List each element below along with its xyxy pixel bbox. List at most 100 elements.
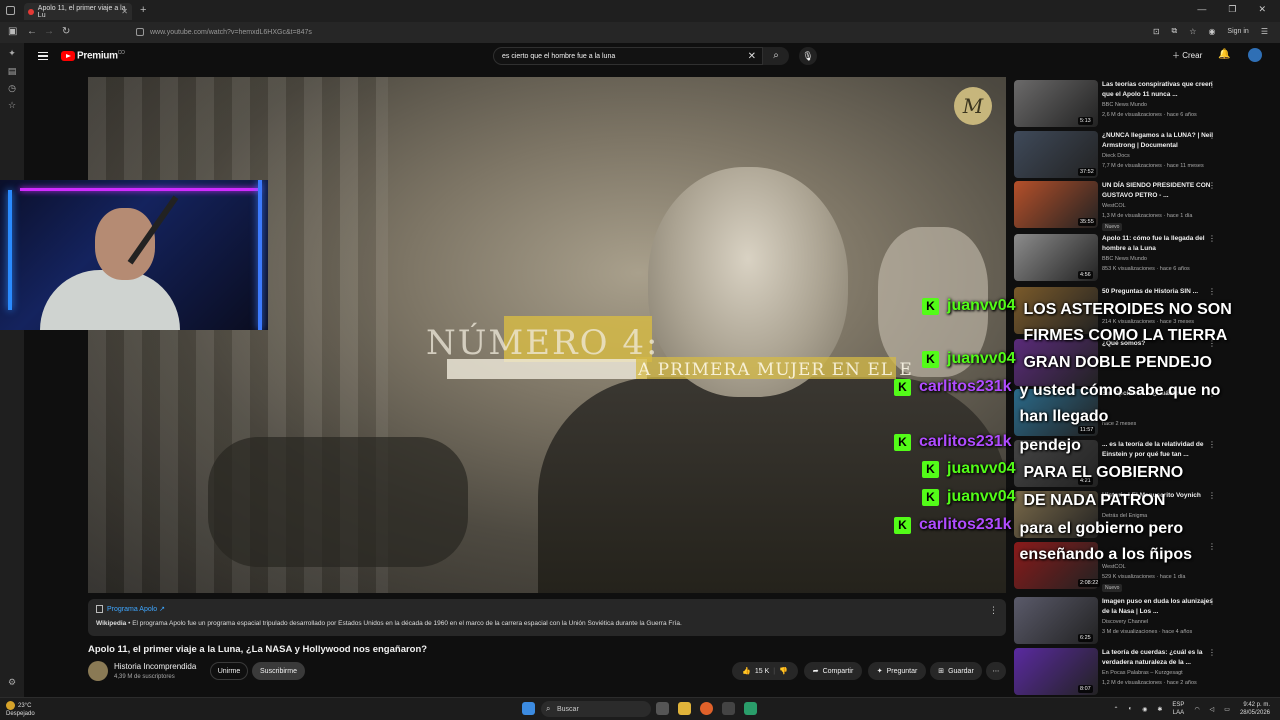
recommendation-channel[interactable]: WestCOL: [1102, 203, 1126, 209]
ask-button[interactable]: ✦ Preguntar: [868, 662, 926, 680]
windows-start-icon[interactable]: [522, 702, 535, 715]
tray-chevron-icon[interactable]: ⌃: [1113, 706, 1118, 713]
url-field[interactable]: www.youtube.com/watch?v=hemxdL6HXGc&t=84…: [132, 25, 1072, 40]
recommendation-item[interactable]: 35:55 UN DÍA SIENDO PRESIDENTE CON GUSTAV…: [1014, 181, 1234, 231]
channel-name[interactable]: Historia Incomprendida: [114, 662, 196, 671]
battery-icon[interactable]: ▭: [1224, 706, 1230, 713]
bookmark-icon[interactable]: ☆: [1189, 27, 1196, 36]
browser-tab[interactable]: Apolo 11, el primer viaje a la Lu ✕: [24, 3, 132, 20]
recommendation-title[interactable]: 50 Preguntas de Historia SIN ...: [1102, 287, 1214, 297]
recommendation-title[interactable]: Las teorías conspirativas que creen que …: [1102, 80, 1214, 99]
youtube-premium-logo[interactable]: PremiumCO: [77, 50, 125, 61]
recommendation-item[interactable]: 5:13 Las teorías conspirativas que creen …: [1014, 80, 1234, 128]
screenshot-icon[interactable]: ⊡: [1153, 27, 1160, 36]
recommendation-title[interactable]: Apolo 11: cómo fue la llegada del hombre…: [1102, 234, 1214, 253]
search-input[interactable]: es cierto que el hombre fue a la luna ✕: [493, 47, 763, 65]
tray-network-icon[interactable]: ◉: [1142, 706, 1147, 713]
clear-search-icon[interactable]: ✕: [748, 51, 756, 62]
create-button[interactable]: ＋ Crear: [1172, 50, 1202, 61]
hamburger-menu-icon[interactable]: [38, 52, 48, 60]
chat-username[interactable]: carlitos231k: [919, 516, 1012, 534]
chat-username[interactable]: juanvv04: [947, 460, 1015, 478]
chat-username[interactable]: juanvv04: [947, 350, 1015, 368]
clock[interactable]: 9:42 p. m. 28/05/2026: [1240, 701, 1270, 717]
like-icon[interactable]: 👍: [742, 667, 751, 675]
new-tab-button[interactable]: +: [140, 4, 146, 16]
sign-in-button[interactable]: Sign in: [1227, 28, 1248, 35]
sidebar-toggle-icon[interactable]: ▣: [8, 26, 17, 37]
settings-gear-icon[interactable]: ⚙: [7, 677, 17, 687]
user-avatar[interactable]: [1248, 48, 1262, 62]
voice-search-icon[interactable]: 🎙: [799, 47, 817, 65]
more-actions-button[interactable]: ⋯: [986, 662, 1006, 680]
dislike-icon[interactable]: 👎: [779, 667, 788, 675]
join-button[interactable]: Unirme: [210, 662, 248, 680]
minimize-icon[interactable]: —: [1197, 4, 1206, 15]
neon-light-left: [8, 190, 12, 310]
language-indicator[interactable]: ESP LAA: [1172, 701, 1184, 717]
search-button[interactable]: ⌕: [763, 47, 789, 65]
info-panel-link[interactable]: Programa Apolo ↗: [96, 605, 165, 613]
recommendation-item[interactable]: 4:56 Apolo 11: cómo fue la llegada del ho…: [1014, 234, 1234, 282]
more-options-icon[interactable]: ⋮: [989, 605, 998, 616]
forward-icon[interactable]: →: [44, 26, 54, 37]
share-button[interactable]: ➦ Compartir: [804, 662, 862, 680]
recommendation-item[interactable]: 6:25 Imagen puso en duda los alunizajes d…: [1014, 597, 1234, 645]
recommendation-title[interactable]: UN DÍA SIENDO PRESIDENTE CON GUSTAVO PET…: [1102, 181, 1214, 200]
tab-actions-icon[interactable]: [6, 6, 15, 15]
chat-username[interactable]: carlitos231k: [919, 378, 1012, 396]
maximize-icon[interactable]: ❐: [1228, 4, 1236, 15]
subtitle-white-bar: [447, 359, 647, 379]
recommendation-channel[interactable]: En Pocas Palabras – Kurzgesagt: [1102, 670, 1183, 676]
more-options-icon[interactable]: ⋮: [1208, 80, 1216, 89]
site-info-icon[interactable]: [136, 28, 144, 36]
extensions-icon[interactable]: ⧉: [1172, 26, 1178, 36]
recommendation-item[interactable]: 8:07 La teoría de cuerdas: ¿cuál es la ve…: [1014, 648, 1234, 696]
tray-bluetooth-icon[interactable]: ✱: [1157, 706, 1162, 713]
video-player[interactable]: M NÚMERO 4: A PRIMERA MUJER EN EL E: [88, 77, 1006, 593]
close-window-icon[interactable]: ✕: [1258, 4, 1266, 15]
favorites-icon[interactable]: ☆: [7, 100, 17, 110]
recommendation-item[interactable]: 37:52 ¿NUNCA llegamos a la LUNA? | Neil A…: [1014, 131, 1234, 179]
tabs-icon[interactable]: ▤: [7, 66, 17, 76]
like-dislike-group[interactable]: 👍 15 K | 👎: [732, 662, 798, 680]
notifications-bell-icon[interactable]: 🔔: [1218, 49, 1230, 60]
chat-username[interactable]: juanvv04: [947, 297, 1015, 315]
volume-icon[interactable]: ◁: [1210, 706, 1215, 713]
recommendation-channel[interactable]: Discovery Channel: [1102, 619, 1148, 625]
menu-icon[interactable]: ☰: [1261, 27, 1268, 36]
more-options-icon[interactable]: ⋮: [1208, 597, 1216, 606]
browser-app-icon[interactable]: [700, 702, 713, 715]
channel-avatar[interactable]: [88, 661, 108, 681]
ai-icon[interactable]: ✦: [7, 48, 17, 58]
recommendation-channel[interactable]: BBC News Mundo: [1102, 102, 1147, 108]
more-options-icon[interactable]: ⋮: [1208, 648, 1216, 657]
recommendation-title[interactable]: Imagen puso en duda los alunizajes de la…: [1102, 597, 1214, 616]
app-icon[interactable]: [744, 702, 757, 715]
recommendation-title[interactable]: La teoría de cuerdas: ¿cuál es la verdad…: [1102, 648, 1214, 667]
taskbar-search[interactable]: ⌕ Buscar: [541, 701, 651, 717]
camera-icon[interactable]: ◉: [1208, 27, 1215, 36]
reload-icon[interactable]: ↻: [62, 26, 70, 37]
chat-username[interactable]: juanvv04: [947, 488, 1015, 506]
save-button[interactable]: ⊞ Guardar: [930, 662, 982, 680]
file-explorer-icon[interactable]: [678, 702, 691, 715]
more-options-icon[interactable]: ⋮: [1208, 234, 1216, 243]
history-icon[interactable]: ◷: [7, 83, 17, 93]
recommendation-channel[interactable]: Dieck Docs: [1102, 153, 1130, 159]
chat-username[interactable]: carlitos231k: [919, 433, 1012, 451]
more-options-icon[interactable]: ⋮: [1208, 181, 1216, 190]
tray-app-icon[interactable]: ◐: [1129, 706, 1133, 712]
task-view-icon[interactable]: [656, 702, 669, 715]
store-icon[interactable]: [722, 702, 735, 715]
more-options-icon[interactable]: ⋮: [1208, 287, 1216, 296]
tab-close-icon[interactable]: ✕: [121, 7, 128, 16]
youtube-logo-icon[interactable]: [61, 51, 75, 61]
recommendation-title[interactable]: ¿NUNCA llegamos a la LUNA? | Neil Armstr…: [1102, 131, 1214, 150]
weather-widget[interactable]: 23°C Despejado: [6, 701, 35, 718]
wifi-icon[interactable]: ◠: [1194, 706, 1199, 713]
subscribe-button[interactable]: Suscribirme: [252, 662, 305, 680]
recommendation-channel[interactable]: BBC News Mundo: [1102, 256, 1147, 262]
back-icon[interactable]: ←: [27, 26, 37, 37]
more-options-icon[interactable]: ⋮: [1208, 131, 1216, 140]
